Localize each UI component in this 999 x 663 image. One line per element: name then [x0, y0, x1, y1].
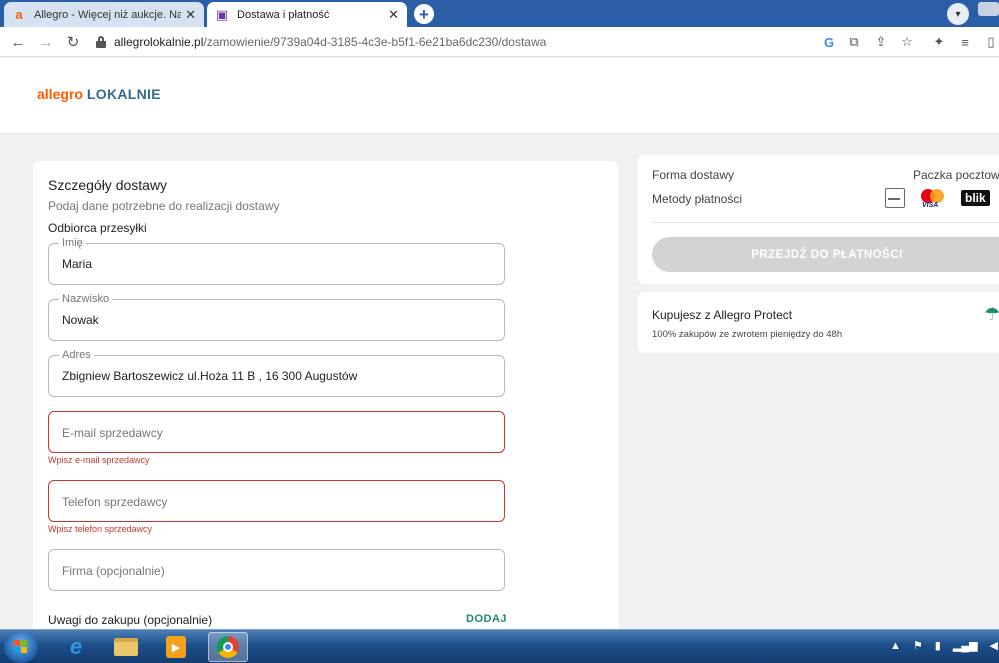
field-label: Adres	[59, 348, 94, 362]
site-header: allegro LOKALNIE	[0, 58, 999, 134]
browser-tab-strip: a Allegro - Więcej niż aukcje. Najle ✕ ▣…	[0, 0, 999, 27]
delivery-form-value: Paczka pocztow	[913, 168, 999, 182]
seller-phone-error: Wpisz telefon sprzedawcy	[48, 524, 153, 534]
delivery-details-card: Szczegóły dostawy Podaj dane potrzebne d…	[33, 161, 618, 641]
url-path: /zamowienie/9739a04d-3185-4c3e-b5f1-6e21…	[203, 35, 547, 49]
share-icon[interactable]: ⇪	[872, 33, 890, 51]
address-field[interactable]: Adres Zbigniew Bartoszewicz ul.Hoża 11 B…	[48, 348, 505, 397]
card-transfer-icon	[885, 188, 905, 208]
media-player-icon[interactable]: ▶	[156, 632, 196, 662]
google-icon[interactable]: G	[820, 33, 838, 51]
start-button[interactable]	[4, 631, 38, 663]
windows-taskbar: e ▶ ▲ ⚑ ▮ ▂▄▆ ◀	[0, 629, 999, 663]
mastercard-visa-icon: VISA	[921, 188, 945, 209]
tab-dostawa[interactable]: ▣ Dostawa i płatność ✕	[207, 2, 407, 27]
tab-search-icon[interactable]: ▾	[947, 3, 969, 25]
translate-icon[interactable]: ⧉	[845, 33, 863, 51]
allegro-protect-card: Kupujesz z Allegro Protect 100% zakupów …	[638, 292, 999, 353]
extensions-icon[interactable]: ✦	[930, 33, 948, 51]
protect-subtitle: 100% zakupów ze zwrotem pieniędzy do 48h	[652, 329, 843, 340]
allegro-favicon-icon: a	[15, 7, 23, 22]
payment-icons: VISA blik	[885, 188, 999, 209]
order-summary-card: Forma dostawy Paczka pocztow Metody płat…	[638, 155, 999, 284]
tab-title: Dostawa i płatność	[237, 8, 330, 21]
field-value: Zbigniew Bartoszewicz ul.Hoża 11 B , 16 …	[62, 369, 358, 383]
gift-icon: ▣	[215, 6, 229, 22]
company-field[interactable]: Firma (opcjonalnie)	[48, 549, 505, 591]
address-bar[interactable]: allegrolokalnie.pl /zamowienie/9739a04d-…	[96, 31, 816, 53]
internet-explorer-icon[interactable]: e	[56, 632, 96, 662]
recipient-label: Odbiorca przesyłki	[48, 221, 147, 235]
back-icon[interactable]: ←	[8, 32, 28, 52]
show-hidden-icons-icon[interactable]: ▲	[890, 640, 901, 652]
seller-email-field[interactable]: E-mail sprzedawcy	[48, 411, 505, 453]
divider	[652, 222, 999, 223]
field-placeholder: Firma (opcjonalnie)	[62, 564, 165, 578]
close-tab-icon[interactable]: ✕	[388, 7, 399, 23]
first-name-field[interactable]: Imię Maria	[48, 236, 505, 285]
volume-icon[interactable]: ◀	[990, 639, 998, 652]
forward-icon[interactable]: →	[36, 32, 56, 52]
protect-title: Kupujesz z Allegro Protect	[652, 308, 793, 322]
network-icon[interactable]: ▂▄▆	[953, 639, 978, 652]
reload-icon[interactable]: ↻	[63, 32, 83, 52]
side-panel-icon[interactable]: ▯	[982, 33, 999, 51]
seller-email-error: Wpisz e-mail sprzedawcy	[48, 455, 150, 465]
chrome-icon[interactable]	[208, 632, 248, 662]
field-value: Nowak	[62, 313, 99, 327]
allegro-lokalnie-logo[interactable]: allegro LOKALNIE	[37, 86, 161, 102]
field-placeholder: E-mail sprzedawcy	[62, 426, 163, 440]
lock-icon	[96, 36, 106, 48]
window-controls[interactable]	[978, 2, 999, 16]
tab-title: Allegro - Więcej niż aukcje. Najle	[34, 8, 182, 21]
delivery-form-label: Forma dostawy	[652, 168, 735, 182]
section-title: Szczegóły dostawy	[48, 177, 168, 193]
reading-list-icon[interactable]: ≡	[956, 33, 974, 51]
windows-logo-icon	[14, 640, 28, 654]
add-remarks-button[interactable]: DODAJ	[466, 613, 507, 625]
field-placeholder: Telefon sprzedawcy	[62, 495, 168, 509]
battery-icon[interactable]: ▮	[935, 639, 941, 652]
tab-allegro[interactable]: a Allegro - Więcej niż aukcje. Najle ✕	[4, 2, 204, 27]
url-host: allegrolokalnie.pl	[114, 35, 204, 49]
file-explorer-icon[interactable]	[106, 632, 146, 662]
bookmark-star-icon[interactable]: ☆	[898, 33, 916, 51]
system-tray: ▲ ⚑ ▮ ▂▄▆ ◀	[890, 639, 999, 653]
umbrella-icon: ☂	[984, 304, 999, 324]
seller-phone-field[interactable]: Telefon sprzedawcy	[48, 480, 505, 522]
field-label: Nazwisko	[59, 292, 113, 306]
section-subtitle: Podaj dane potrzebne do realizacji dosta…	[48, 199, 280, 213]
field-label: Imię	[59, 236, 86, 250]
last-name-field[interactable]: Nazwisko Nowak	[48, 292, 505, 341]
blik-icon: blik	[961, 190, 990, 206]
browser-toolbar: ← → ↻ allegrolokalnie.pl /zamowienie/973…	[0, 27, 999, 57]
go-to-payment-button[interactable]: PRZEJDŹ DO PŁATNOŚCI	[652, 237, 999, 272]
close-tab-icon[interactable]: ✕	[185, 7, 196, 23]
action-center-icon[interactable]: ⚑	[913, 639, 923, 652]
payment-methods-label: Metody płatności	[652, 192, 743, 206]
remarks-label: Uwagi do zakupu (opcjonalnie)	[48, 613, 213, 627]
field-value: Maria	[62, 257, 93, 271]
new-tab-button[interactable]: +	[414, 4, 434, 24]
